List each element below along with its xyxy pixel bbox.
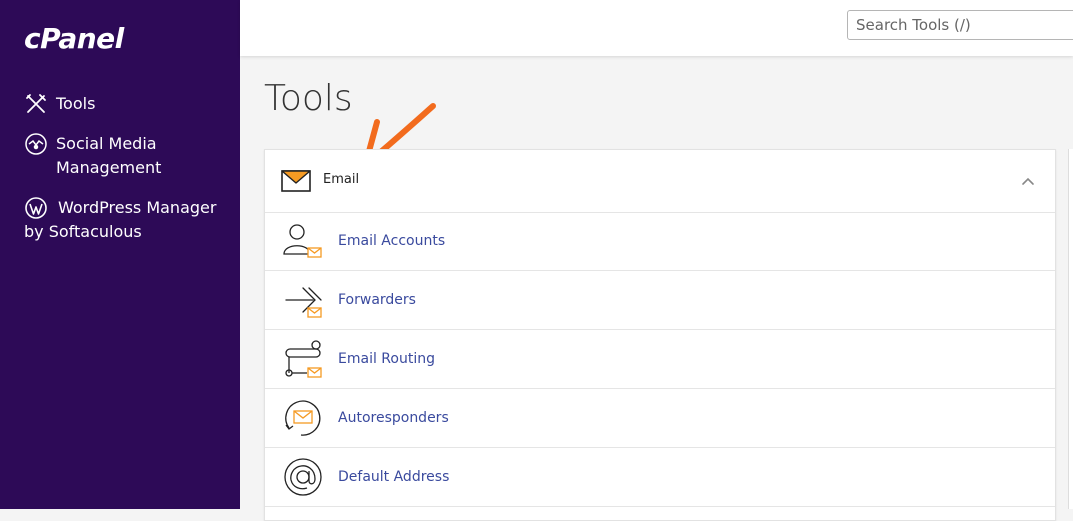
tool-label: Autoresponders xyxy=(338,410,449,426)
email-panel-title: Email xyxy=(323,172,360,187)
chevron-up-icon[interactable] xyxy=(1021,174,1035,188)
tool-label: Email Accounts xyxy=(338,233,446,249)
adjacent-panel-edge xyxy=(1068,149,1073,509)
wordpress-icon xyxy=(25,197,47,219)
forwarders-icon xyxy=(285,287,322,318)
email-panel: Email Email Accounts Forwarders Email Ro… xyxy=(264,149,1056,521)
tool-forwarders[interactable]: Forwarders xyxy=(265,271,1055,330)
email-panel-header[interactable]: Email xyxy=(265,150,1055,213)
top-bar xyxy=(240,0,1073,56)
sidebar-item-social-media[interactable]: Social Media Management xyxy=(24,132,224,180)
tool-default-address[interactable]: Default Address xyxy=(265,448,1055,507)
tool-email-accounts[interactable]: Email Accounts xyxy=(265,212,1055,271)
sidebar-item-wordpress[interactable]: WordPress Manager by Softaculous xyxy=(24,196,234,244)
tool-autoresponders[interactable]: Autoresponders xyxy=(265,389,1055,448)
tool-label: Email Routing xyxy=(338,351,435,367)
tool-label: Forwarders xyxy=(338,292,416,308)
sidebar: cPanel Tools Social Media Management Wor… xyxy=(0,0,240,509)
sidebar-item-tools[interactable]: Tools xyxy=(24,92,95,116)
autoresponders-icon xyxy=(285,400,321,436)
social-media-icon xyxy=(25,133,47,155)
email-routing-icon xyxy=(285,340,322,378)
sidebar-item-label: WordPress Manager by Softaculous xyxy=(24,197,217,241)
page-title: Tools xyxy=(264,78,353,119)
sidebar-item-label: Tools xyxy=(56,94,96,113)
cpanel-logo[interactable]: cPanel xyxy=(24,22,124,55)
tools-icon xyxy=(26,94,46,113)
tool-email-routing[interactable]: Email Routing xyxy=(265,330,1055,389)
default-address-icon xyxy=(284,458,322,496)
envelope-icon xyxy=(281,170,311,192)
tool-label: Default Address xyxy=(338,469,450,485)
email-accounts-icon xyxy=(283,224,322,258)
search-tools-input[interactable] xyxy=(847,10,1073,40)
sidebar-item-label: Social Media Management xyxy=(56,134,162,177)
